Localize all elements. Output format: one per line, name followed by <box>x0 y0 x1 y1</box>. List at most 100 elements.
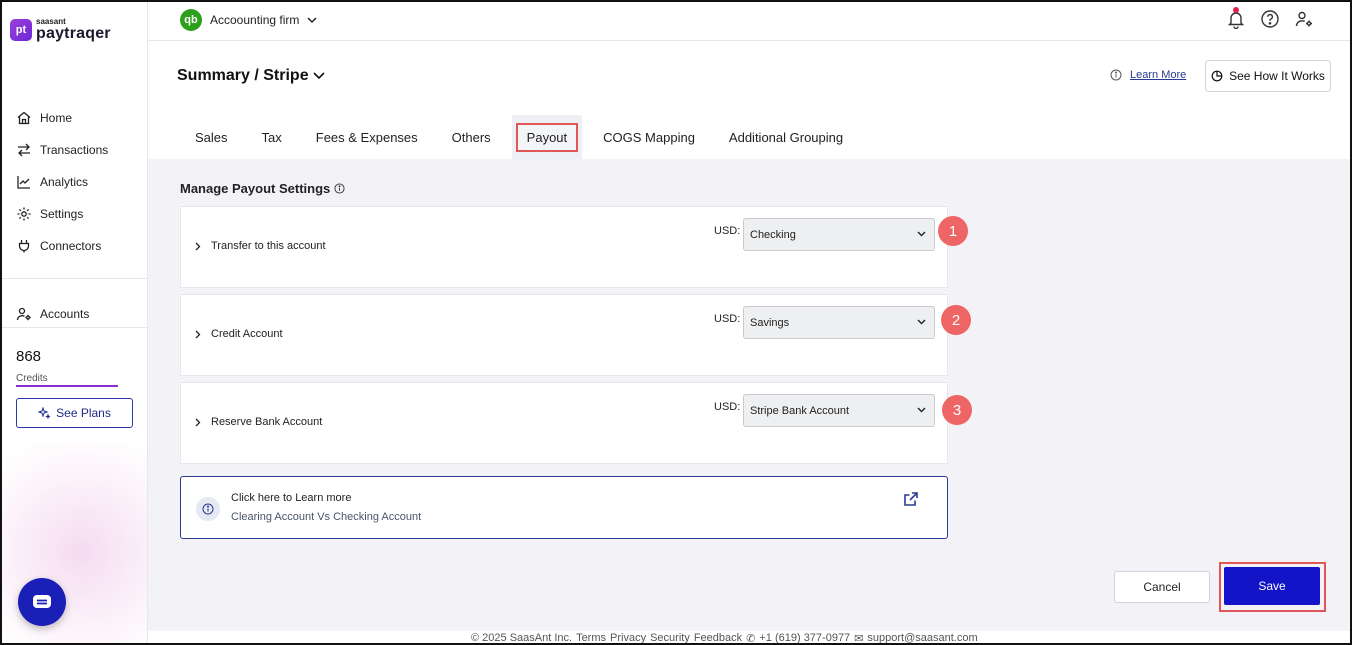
payout-row-transfer: Transfer to this account USD: Checking <box>180 206 948 288</box>
pie-chart-icon <box>1211 70 1223 82</box>
sidebar-item-transactions[interactable]: Transactions <box>2 134 147 166</box>
user-gear-icon <box>1295 11 1312 27</box>
sidebar-item-label: Analytics <box>40 175 89 189</box>
chat-support-button[interactable] <box>18 578 66 626</box>
info-icon[interactable] <box>334 183 345 194</box>
sidebar-item-connectors[interactable]: Connectors <box>2 230 147 262</box>
sidebar-nav: Home Transactions Analytics Settings Con… <box>2 102 147 262</box>
learn-more-subtitle: Clearing Account Vs Checking Account <box>231 511 422 523</box>
see-how-label: See How It Works <box>1229 69 1325 83</box>
see-how-it-works-button[interactable]: See How It Works <box>1205 60 1331 92</box>
row-expander[interactable]: Reserve Bank Account <box>195 416 322 428</box>
top-bar: qb Accoounting firm <box>148 2 1350 41</box>
step-badge: 1 <box>938 216 968 246</box>
step-badge: 2 <box>941 305 971 335</box>
main-content: Manage Payout Settings Transfer to this … <box>148 159 1350 631</box>
currency-label: USD: <box>714 313 741 325</box>
sidebar: pt saasant paytraqer Home Transactions A… <box>2 2 148 643</box>
section-title: Manage Payout Settings <box>180 181 345 196</box>
company-switcher[interactable]: qb Accoounting firm <box>180 9 317 31</box>
home-icon <box>17 111 31 125</box>
select-value: Stripe Bank Account <box>750 404 850 417</box>
chat-icon <box>33 595 51 608</box>
tab-sales[interactable]: Sales <box>178 122 245 152</box>
row-expander[interactable]: Transfer to this account <box>195 240 326 252</box>
tab-payout[interactable]: Payout <box>511 115 583 159</box>
page-title: Summary / Stripe <box>177 67 309 84</box>
tab-cogs-mapping[interactable]: COGS Mapping <box>586 122 712 152</box>
tab-additional-grouping[interactable]: Additional Grouping <box>712 122 860 152</box>
info-icon <box>1110 69 1122 81</box>
phone-icon: ✆ <box>746 633 756 643</box>
chevron-down-icon <box>917 231 926 237</box>
app-logo[interactable]: pt saasant paytraqer <box>10 18 111 42</box>
learn-more-card[interactable]: Click here to Learn more Clearing Accoun… <box>180 476 948 539</box>
sparkle-icon <box>38 407 51 419</box>
sidebar-item-label: Settings <box>40 207 84 221</box>
footer-link-feedback[interactable]: Feedback <box>694 632 742 643</box>
chevron-down-icon <box>917 407 926 413</box>
chevron-right-icon <box>195 242 201 250</box>
chevron-right-icon <box>195 330 201 338</box>
logo-product: paytraqer <box>36 25 111 42</box>
see-plans-label: See Plans <box>56 406 111 420</box>
sidebar-item-analytics[interactable]: Analytics <box>2 166 147 198</box>
sidebar-item-label: Transactions <box>40 143 109 157</box>
chevron-down-icon <box>313 72 325 80</box>
select-value: Checking <box>750 228 796 241</box>
save-button[interactable]: Save <box>1224 567 1320 605</box>
footer-link-terms[interactable]: Terms <box>576 632 606 643</box>
account-select[interactable]: Savings <box>743 306 935 339</box>
footer-link-security[interactable]: Security <box>650 632 690 643</box>
row-expander[interactable]: Credit Account <box>195 328 283 340</box>
info-circle-icon <box>196 497 220 521</box>
account-select[interactable]: Checking <box>743 218 935 251</box>
sidebar-item-settings[interactable]: Settings <box>2 198 147 230</box>
mail-icon: ✉ <box>854 633 864 643</box>
user-settings-button[interactable] <box>1294 9 1314 29</box>
credits-panel: 868 Credits See Plans <box>2 327 147 442</box>
notification-dot <box>1233 7 1239 13</box>
help-button[interactable] <box>1260 9 1280 29</box>
page-title-dropdown[interactable]: Summary / Stripe <box>177 67 325 85</box>
row-label: Credit Account <box>211 328 283 340</box>
arrows-swap-icon <box>18 143 30 157</box>
sidebar-divider <box>2 278 147 279</box>
footer-copyright: © 2025 SaasAnt Inc. <box>471 632 573 643</box>
page-header: Summary / Stripe Learn More See How It W… <box>148 41 1350 159</box>
row-label: Transfer to this account <box>211 240 326 252</box>
tab-bar: Sales Tax Fees & Expenses Others Payout … <box>178 115 860 159</box>
learn-more-link[interactable]: Learn More <box>1110 69 1186 81</box>
learn-more-title: Click here to Learn more <box>231 492 352 504</box>
sidebar-item-accounts[interactable]: Accounts <box>2 298 89 330</box>
section-title-text: Manage Payout Settings <box>180 181 331 196</box>
currency-label: USD: <box>714 401 741 413</box>
cancel-button[interactable]: Cancel <box>1114 571 1210 603</box>
gear-icon <box>17 207 31 221</box>
footer-link-privacy[interactable]: Privacy <box>610 632 646 643</box>
account-select[interactable]: Stripe Bank Account <box>743 394 935 427</box>
plug-icon <box>18 240 30 253</box>
company-name: Accoounting firm <box>210 13 300 27</box>
quickbooks-logo: qb <box>180 9 202 31</box>
sidebar-item-label: Accounts <box>40 307 90 321</box>
footer-email[interactable]: support@saasant.com <box>867 632 977 643</box>
notifications-button[interactable] <box>1226 7 1246 30</box>
tab-tax[interactable]: Tax <box>245 122 299 152</box>
sidebar-item-home[interactable]: Home <box>2 102 147 134</box>
sidebar-item-label: Home <box>40 111 73 125</box>
external-link-icon[interactable] <box>903 491 919 510</box>
tab-others[interactable]: Others <box>435 122 508 152</box>
line-chart-icon <box>17 176 30 189</box>
credits-count: 868 <box>16 348 42 365</box>
tab-fees-expenses[interactable]: Fees & Expenses <box>299 122 435 152</box>
learn-more-label: Learn More <box>1130 69 1187 81</box>
credits-progress-bar <box>16 385 118 387</box>
currency-label: USD: <box>714 225 741 237</box>
step-badge: 3 <box>942 395 972 425</box>
chevron-down-icon <box>917 319 926 325</box>
row-label: Reserve Bank Account <box>211 416 323 428</box>
footer: © 2025 SaasAnt Inc. Terms Privacy Securi… <box>148 631 1350 643</box>
see-plans-button[interactable]: See Plans <box>16 398 133 428</box>
chevron-right-icon <box>195 418 201 426</box>
